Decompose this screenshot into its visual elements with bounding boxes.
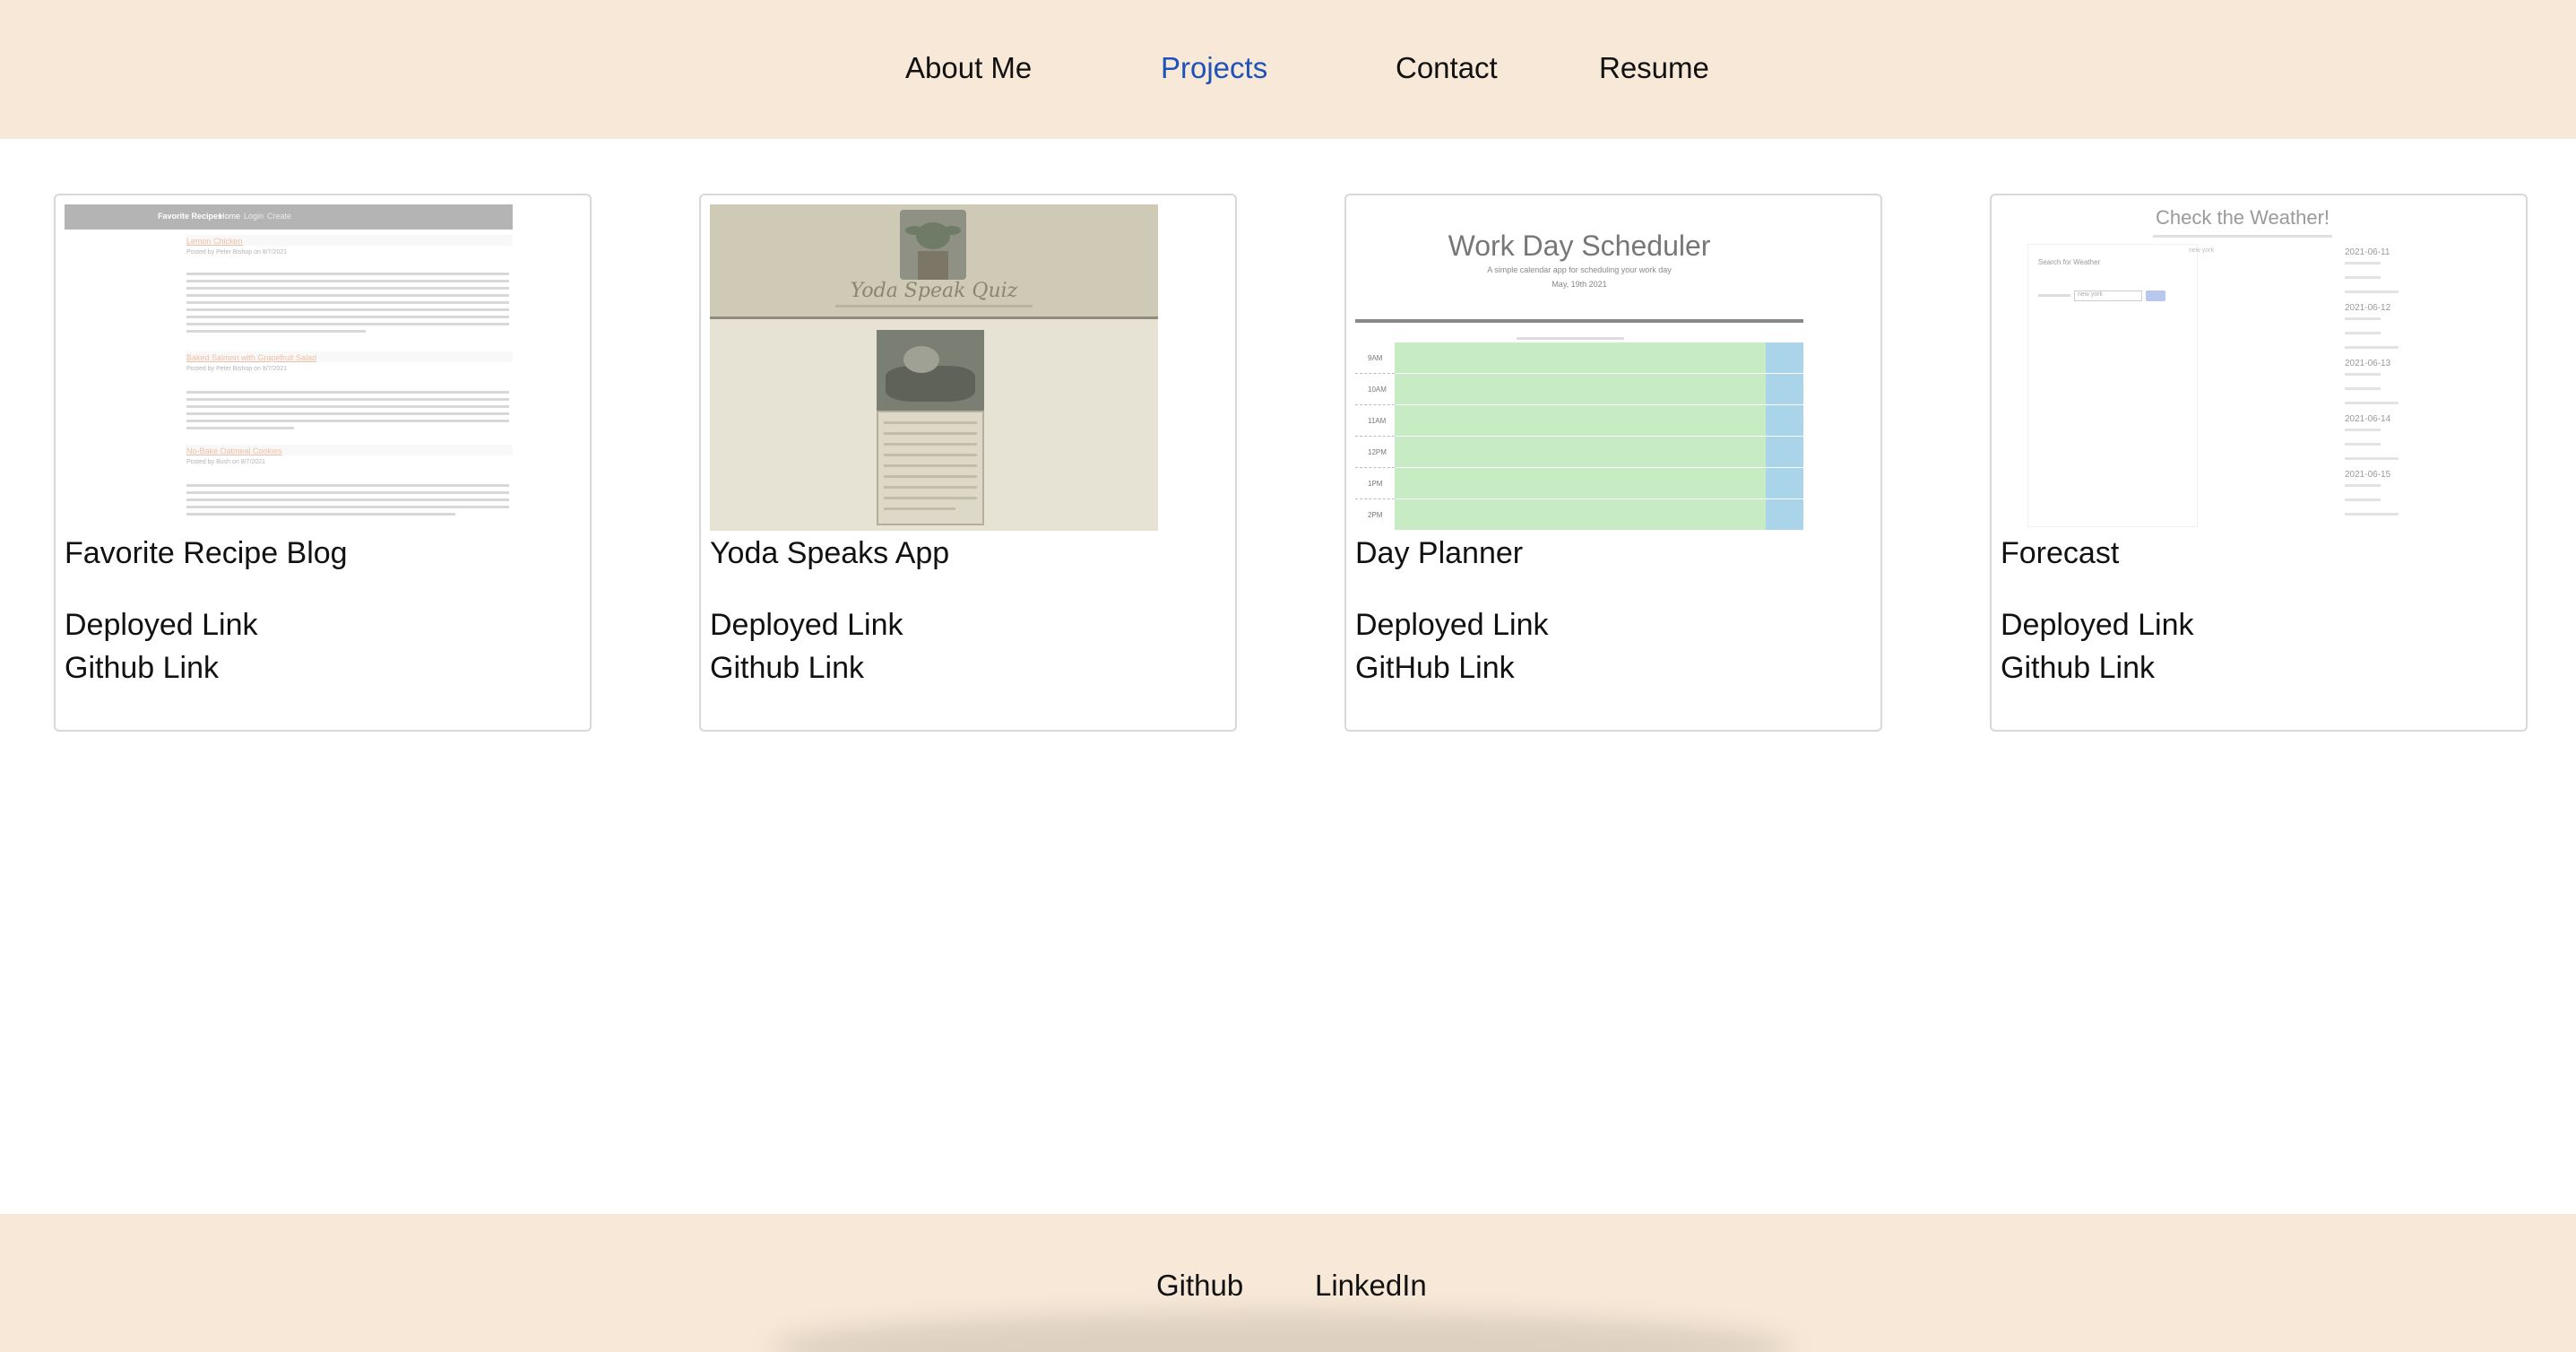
thumb-heading: Work Day Scheduler	[1448, 230, 1711, 262]
project-screenshot: Favorite Recipes Home Login Create Lemon…	[65, 204, 513, 531]
yoda-image	[900, 210, 966, 280]
forecast-date: 2021-06-15	[2345, 470, 2391, 480]
github-link[interactable]: Github Link	[65, 649, 219, 687]
nav-link-resume[interactable]: Resume	[1599, 50, 1709, 86]
project-title: Favorite Recipe Blog	[65, 536, 348, 570]
thumb-post-title: Baked Salmon with Grapefruit Salad	[186, 353, 317, 362]
thumb-heading: Check the Weather!	[2155, 206, 2330, 229]
thumb-post-byline: Posted by Peter Bishop on 8/7/2021	[186, 366, 288, 372]
thumb-nav-create: Create	[267, 212, 292, 221]
hour-label: 11AM	[1368, 417, 1387, 425]
github-link[interactable]: Github Link	[710, 649, 864, 687]
forecast-date: 2021-06-14	[2345, 414, 2391, 424]
thumb-date: May, 19th 2021	[1552, 280, 1607, 289]
github-link[interactable]: Github Link	[2001, 649, 2155, 687]
footer-shadow	[771, 1313, 1793, 1352]
footer: Github LinkedIn	[0, 1214, 2576, 1352]
project-screenshot: Check the Weather! Search for Weather ne…	[2001, 204, 2485, 531]
forecast-date: 2021-06-12	[2345, 303, 2391, 313]
nav-link-projects[interactable]: Projects	[1161, 50, 1267, 86]
nav-link-about-me[interactable]: About Me	[905, 50, 1032, 86]
footer-link-linkedin[interactable]: LinkedIn	[1315, 1268, 1427, 1304]
thumb-post-byline: Posted by Peter Bishop on 8/7/2021	[186, 249, 288, 256]
thumb-post-byline: Posted by Bush on 8/7/2021	[186, 459, 265, 465]
forecast-date: 2021-06-13	[2345, 359, 2391, 368]
project-title: Day Planner	[1355, 536, 1524, 570]
thumb-subheading: A simple calendar app for scheduling you…	[1487, 265, 1672, 274]
thumb-brand: Favorite Recipes	[158, 212, 223, 221]
nav-link-contact[interactable]: Contact	[1396, 50, 1498, 86]
github-link[interactable]: GitHub Link	[1355, 649, 1515, 687]
project-card-forecast: Check the Weather! Search for Weather ne…	[1990, 194, 2528, 732]
hour-label: 1PM	[1368, 480, 1383, 488]
thumb-nav-home: Home	[219, 212, 241, 221]
hour-label: 2PM	[1368, 511, 1383, 519]
project-title: Forecast	[2001, 536, 2120, 570]
footer-link-github[interactable]: Github	[1156, 1268, 1243, 1304]
deployed-link[interactable]: Deployed Link	[710, 606, 903, 644]
hour-label: 12PM	[1368, 448, 1387, 456]
thumb-nav-login: Login	[244, 212, 264, 221]
thumb-heading: Yoda Speak Quiz	[850, 280, 1018, 302]
deployed-link[interactable]: Deployed Link	[1355, 606, 1548, 644]
deployed-link[interactable]: Deployed Link	[65, 606, 257, 644]
deployed-link[interactable]: Deployed Link	[2001, 606, 2193, 644]
project-title: Yoda Speaks App	[710, 536, 950, 570]
yoda-photo	[877, 330, 984, 411]
project-card-day-planner: Work Day Scheduler A simple calendar app…	[1344, 194, 1882, 732]
thumb-city-heading: new york	[2189, 247, 2215, 254]
thumb-post-title: No-Bake Oatmeal Cookies	[186, 446, 282, 455]
project-screenshot: Work Day Scheduler A simple calendar app…	[1355, 204, 1803, 531]
project-card-recipe-blog: Favorite Recipes Home Login Create Lemon…	[54, 194, 592, 732]
thumb-post-title: Lemon Chicken	[186, 237, 243, 246]
hour-label: 10AM	[1368, 386, 1387, 394]
forecast-date: 2021-06-11	[2345, 247, 2390, 257]
top-navigation: About Me Projects Contact Resume	[0, 0, 2576, 139]
project-screenshot: Yoda Speak Quiz	[710, 204, 1158, 531]
hour-label: 9AM	[1368, 354, 1383, 362]
project-card-yoda-speaks: Yoda Speak Quiz Yoda Speaks App Deployed…	[699, 194, 1237, 732]
